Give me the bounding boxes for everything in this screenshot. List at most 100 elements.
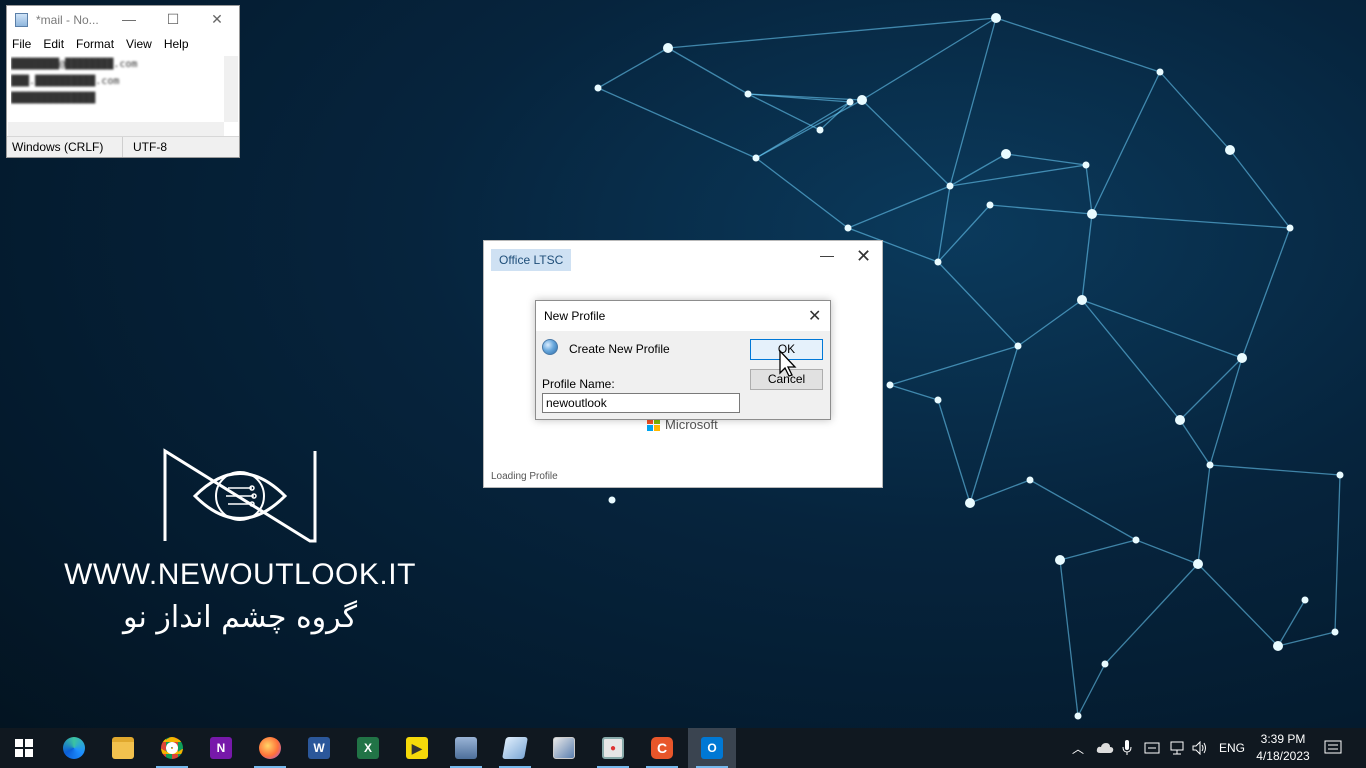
menu-view[interactable]: View	[126, 34, 152, 54]
microphone-icon	[1122, 740, 1132, 755]
network-node	[816, 126, 824, 134]
network-line	[1179, 419, 1211, 466]
network-node	[1077, 295, 1087, 305]
network-node	[965, 498, 975, 508]
tray-onedrive[interactable]	[1096, 728, 1114, 768]
network-line	[937, 261, 1019, 347]
chrome-icon	[161, 737, 183, 759]
taskbar-onenote[interactable]: N	[197, 728, 245, 768]
network-node	[744, 90, 752, 98]
vertical-scrollbar[interactable]	[224, 56, 238, 122]
taskbar-edge[interactable]	[50, 728, 98, 768]
show-hidden-icons-button[interactable]: ︿	[1072, 728, 1084, 768]
taskbar-notepad[interactable]	[491, 728, 539, 768]
network-line	[1277, 631, 1336, 647]
network-node	[1082, 161, 1090, 169]
notepad-window[interactable]: *mail - No... — ☐ ✕ File Edit Format Vie…	[6, 5, 240, 158]
network-line	[1135, 539, 1199, 565]
notepad-titlebar[interactable]: *mail - No... — ☐ ✕	[7, 6, 239, 34]
network-line	[937, 399, 971, 504]
taskbar-camtasia[interactable]: C	[638, 728, 686, 768]
close-icon[interactable]: ✕	[856, 246, 871, 267]
network-node	[1237, 353, 1247, 363]
tray-microphone[interactable]	[1122, 728, 1132, 768]
taskbar-firefox[interactable]	[246, 728, 294, 768]
notepad-app-icon	[15, 13, 28, 27]
menu-file[interactable]: File	[12, 34, 31, 54]
menu-format[interactable]: Format	[76, 34, 114, 54]
close-icon[interactable]: ✕	[197, 8, 237, 32]
tray-clock[interactable]: 3:39 PM 4/18/2023	[1254, 731, 1312, 765]
network-node	[1175, 415, 1185, 425]
close-icon[interactable]: ✕	[808, 306, 821, 326]
clock-date: 4/18/2023	[1256, 749, 1310, 763]
profile-name-label: Profile Name:	[542, 377, 615, 391]
network-line	[597, 87, 757, 159]
network-node	[857, 95, 867, 105]
camtasia-icon: C	[651, 737, 673, 759]
notepad-icon	[502, 737, 528, 759]
network-line	[861, 99, 951, 187]
network-node	[1001, 149, 1011, 159]
network-node	[1087, 209, 1097, 219]
dialog-titlebar[interactable]: New Profile ✕	[536, 301, 830, 331]
network-line	[1059, 539, 1137, 561]
network-node	[986, 201, 994, 209]
maximize-icon[interactable]: ☐	[153, 8, 193, 32]
minimize-icon[interactable]: —	[820, 247, 834, 263]
network-line	[1091, 213, 1291, 229]
tray-language[interactable]: ENG	[1219, 728, 1245, 768]
network-line	[1209, 464, 1341, 476]
horizontal-scrollbar[interactable]	[8, 122, 224, 136]
taskbar-word[interactable]: W	[295, 728, 343, 768]
action-center-button[interactable]	[1324, 728, 1342, 768]
taskbar-file-explorer[interactable]	[99, 728, 147, 768]
network-line	[1104, 563, 1199, 665]
taskbar-chrome[interactable]	[148, 728, 196, 768]
network-node	[886, 381, 894, 389]
network-line	[1059, 559, 1079, 717]
menu-help[interactable]: Help	[164, 34, 189, 54]
network-line	[949, 17, 997, 187]
taskbar-outlook[interactable]: O	[688, 728, 736, 768]
status-line-ending: Windows (CRLF)	[7, 137, 123, 157]
speaker-icon	[1192, 741, 1206, 755]
minimize-icon[interactable]: —	[109, 8, 149, 32]
network-line	[1229, 149, 1291, 229]
network-node	[1156, 68, 1164, 76]
status-encoding: UTF-8	[133, 140, 167, 154]
network-line	[1091, 71, 1161, 215]
taskbar-recorder[interactable]: ●	[589, 728, 637, 768]
firefox-icon	[259, 737, 281, 759]
outlook-icon: O	[701, 737, 723, 759]
network-line	[755, 157, 849, 229]
tray-input-indicator[interactable]	[1144, 728, 1160, 768]
start-button[interactable]	[0, 728, 48, 768]
network-node	[1206, 461, 1214, 469]
taskbar-excel[interactable]: X	[344, 728, 392, 768]
taskbar-network-app[interactable]	[442, 728, 490, 768]
tray-network[interactable]	[1168, 728, 1186, 768]
profile-name-input[interactable]	[542, 393, 740, 413]
network-node	[1074, 712, 1082, 720]
tray-volume[interactable]	[1192, 728, 1208, 768]
network-node	[1101, 660, 1109, 668]
folder-icon	[112, 737, 134, 759]
network-line	[989, 204, 1093, 215]
notepad-statusbar: Windows (CRLF) UTF-8	[7, 136, 239, 157]
notepad-text-area[interactable]: ████████@████████.com ███.██████████.com…	[11, 56, 225, 122]
taskbar-player[interactable]: ▶	[393, 728, 441, 768]
notification-icon	[1324, 740, 1342, 754]
network-line	[1197, 563, 1279, 647]
onenote-icon: N	[210, 737, 232, 759]
network-line	[1081, 213, 1093, 301]
network-node	[1193, 559, 1203, 569]
network-line	[1029, 479, 1137, 541]
network-node	[1132, 536, 1140, 544]
taskbar: N W X ▶ ● C O ︿ ENG 3:39 PM 4/18/2023	[0, 728, 1366, 768]
dialog-heading: Create New Profile	[569, 342, 670, 356]
menu-edit[interactable]: Edit	[43, 34, 64, 54]
clock-time: 3:39 PM	[1260, 732, 1306, 746]
taskbar-snipping[interactable]	[540, 728, 588, 768]
text-line: ██████████████	[11, 93, 96, 104]
